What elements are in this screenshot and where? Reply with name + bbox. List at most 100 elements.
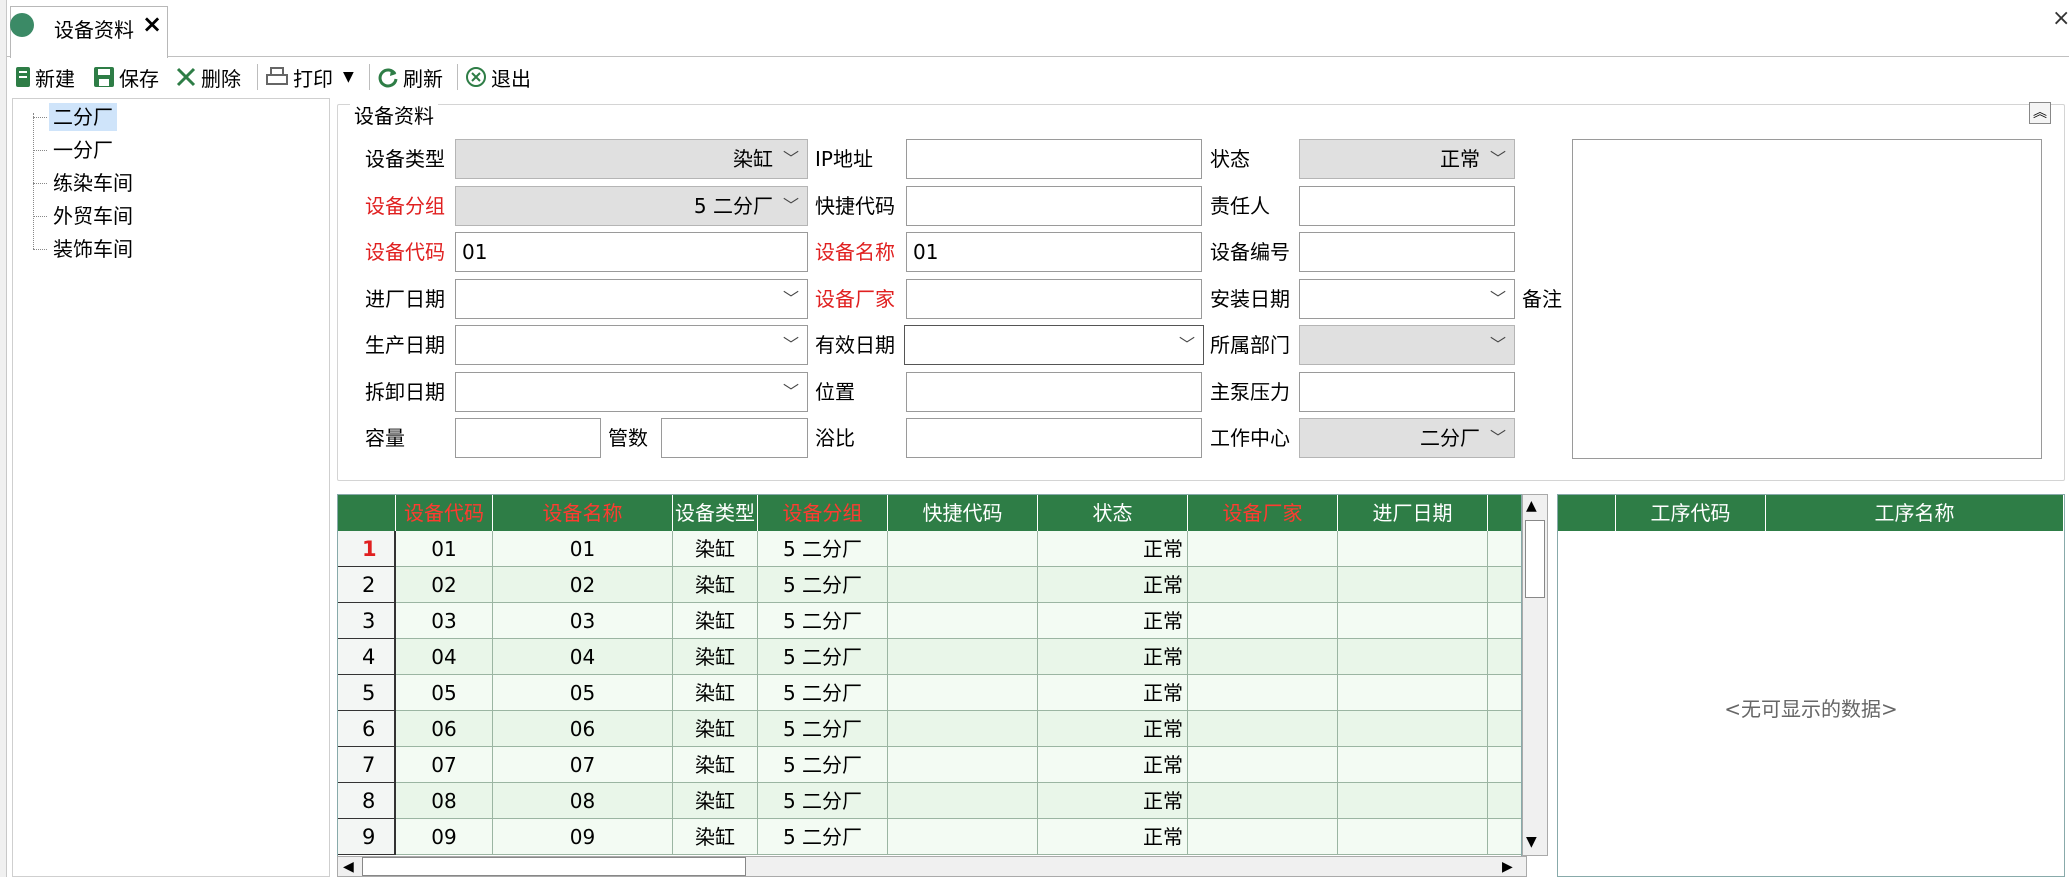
grid-cell-status[interactable]: 正常 <box>1038 567 1188 603</box>
save-button[interactable]: 保存 <box>93 62 159 92</box>
grid-cell-code[interactable]: 02 <box>396 567 493 603</box>
row-number[interactable]: 5 <box>338 675 396 711</box>
grid-cell-quick[interactable] <box>888 819 1038 855</box>
grid-cell-more[interactable] <box>1488 567 1521 603</box>
col-header-entry-date[interactable]: 进厂日期 <box>1338 495 1488 531</box>
grid-cell-quick[interactable] <box>888 711 1038 747</box>
grid-cell-name[interactable]: 01 <box>493 531 673 567</box>
new-button[interactable]: 新建 <box>15 62 75 92</box>
chevron-down-icon[interactable]: ▼ <box>343 69 354 85</box>
grid-cell-more[interactable] <box>1488 819 1521 855</box>
grid-cell-status[interactable]: 正常 <box>1038 783 1188 819</box>
col-header-maker[interactable]: 设备厂家 <box>1188 495 1338 531</box>
grid-cell-quick[interactable] <box>888 639 1038 675</box>
grid-cell-name[interactable]: 05 <box>493 675 673 711</box>
grid-cell-type[interactable]: 染缸 <box>673 567 758 603</box>
grid-cell-type[interactable]: 染缸 <box>673 603 758 639</box>
grid-cell-quick[interactable] <box>888 531 1038 567</box>
tree-item[interactable]: 一分厂 <box>49 136 117 164</box>
position-input[interactable] <box>906 372 1202 412</box>
exit-button[interactable]: 退出 <box>465 62 531 92</box>
ip-input[interactable] <box>906 139 1202 179</box>
grid-cell-group[interactable]: 5 二分厂 <box>758 819 888 855</box>
col-header-quick-code[interactable]: 快捷代码 <box>888 495 1038 531</box>
grid-cell-group[interactable]: 5 二分厂 <box>758 567 888 603</box>
row-number[interactable]: 2 <box>338 567 396 603</box>
grid-cell-quick[interactable] <box>888 747 1038 783</box>
grid-cell-name[interactable]: 02 <box>493 567 673 603</box>
type-select[interactable]: 染缸 ﹀ <box>455 139 808 179</box>
grid-cell-name[interactable]: 07 <box>493 747 673 783</box>
grid-cell-code[interactable]: 08 <box>396 783 493 819</box>
grid-cell-group[interactable]: 5 二分厂 <box>758 747 888 783</box>
grid-cell-quick[interactable] <box>888 783 1038 819</box>
grid-cell-type[interactable]: 染缸 <box>673 783 758 819</box>
tree-item[interactable]: 练染车间 <box>49 169 137 197</box>
grid-cell-name[interactable]: 09 <box>493 819 673 855</box>
status-select[interactable]: 正常 ﹀ <box>1299 139 1515 179</box>
grid-cell-status[interactable]: 正常 <box>1038 747 1188 783</box>
grid-cell-entry[interactable] <box>1338 747 1488 783</box>
scroll-left-arrow-icon[interactable]: ◀ <box>343 859 354 875</box>
row-number[interactable]: 9 <box>338 819 396 855</box>
capacity-input[interactable] <box>455 418 601 458</box>
grid-cell-more[interactable] <box>1488 783 1521 819</box>
grid-cell-entry[interactable] <box>1338 639 1488 675</box>
remove-date-picker[interactable]: ﹀ <box>455 372 808 412</box>
tree-item-selected[interactable]: 二分厂 <box>49 103 117 131</box>
serial-input[interactable] <box>1299 232 1515 272</box>
row-number[interactable]: 6 <box>338 711 396 747</box>
grid-cell-quick[interactable] <box>888 675 1038 711</box>
grid-cell-status[interactable]: 正常 <box>1038 819 1188 855</box>
grid-cell-entry[interactable] <box>1338 819 1488 855</box>
horizontal-scroll-thumb[interactable] <box>362 857 746 876</box>
grid-cell-status[interactable]: 正常 <box>1038 603 1188 639</box>
grid-cell-group[interactable]: 5 二分厂 <box>758 603 888 639</box>
grid-cell-status[interactable]: 正常 <box>1038 531 1188 567</box>
name-input[interactable]: 01 <box>906 232 1202 272</box>
row-number[interactable]: 8 <box>338 783 396 819</box>
dept-select[interactable]: ﹀ <box>1299 325 1515 365</box>
refresh-button[interactable]: 刷新 <box>377 62 443 92</box>
row-number[interactable]: 7 <box>338 747 396 783</box>
grid-cell-type[interactable]: 染缸 <box>673 711 758 747</box>
install-date-picker[interactable]: ﹀ <box>1299 279 1515 319</box>
delete-button[interactable]: 删除 <box>175 62 241 92</box>
col-header-code[interactable]: 设备代码 <box>396 495 493 531</box>
window-close-icon[interactable]: × <box>2052 6 2069 31</box>
col-header-group[interactable]: 设备分组 <box>758 495 888 531</box>
grid-cell-code[interactable]: 06 <box>396 711 493 747</box>
grid-cell-maker[interactable] <box>1188 567 1338 603</box>
owner-input[interactable] <box>1299 186 1515 226</box>
work-center-select[interactable]: 二分厂 ﹀ <box>1299 418 1515 458</box>
grid-cell-quick[interactable] <box>888 567 1038 603</box>
grid-cell-maker[interactable] <box>1188 603 1338 639</box>
grid-cell-name[interactable]: 06 <box>493 711 673 747</box>
grid-cell-type[interactable]: 染缸 <box>673 531 758 567</box>
tree-item[interactable]: 外贸车间 <box>49 202 137 230</box>
grid-cell-code[interactable]: 03 <box>396 603 493 639</box>
col-header-process-code[interactable]: 工序代码 <box>1616 495 1766 531</box>
grid-cell-entry[interactable] <box>1338 603 1488 639</box>
grid-cell-type[interactable]: 染缸 <box>673 747 758 783</box>
prod-date-picker[interactable]: ﹀ <box>455 325 808 365</box>
grid-cell-code[interactable]: 05 <box>396 675 493 711</box>
col-header-process-name[interactable]: 工序名称 <box>1766 495 2064 531</box>
grid-cell-more[interactable] <box>1488 675 1521 711</box>
scroll-right-arrow-icon[interactable]: ▶ <box>1502 859 1513 875</box>
pump-pressure-input[interactable] <box>1299 372 1515 412</box>
grid-cell-code[interactable]: 07 <box>396 747 493 783</box>
grid-cell-entry[interactable] <box>1338 567 1488 603</box>
grid-cell-group[interactable]: 5 二分厂 <box>758 639 888 675</box>
vertical-scroll-thumb[interactable] <box>1525 520 1545 598</box>
grid-cell-group[interactable]: 5 二分厂 <box>758 711 888 747</box>
grid-cell-code[interactable]: 04 <box>396 639 493 675</box>
col-header-name[interactable]: 设备名称 <box>493 495 673 531</box>
grid-cell-more[interactable] <box>1488 747 1521 783</box>
grid-cell-group[interactable]: 5 二分厂 <box>758 675 888 711</box>
row-number[interactable]: 1 <box>338 531 396 567</box>
grid-cell-code[interactable]: 09 <box>396 819 493 855</box>
scroll-up-arrow-icon[interactable]: ▲ <box>1526 498 1537 514</box>
grid-cell-name[interactable]: 04 <box>493 639 673 675</box>
grid-cell-status[interactable]: 正常 <box>1038 675 1188 711</box>
